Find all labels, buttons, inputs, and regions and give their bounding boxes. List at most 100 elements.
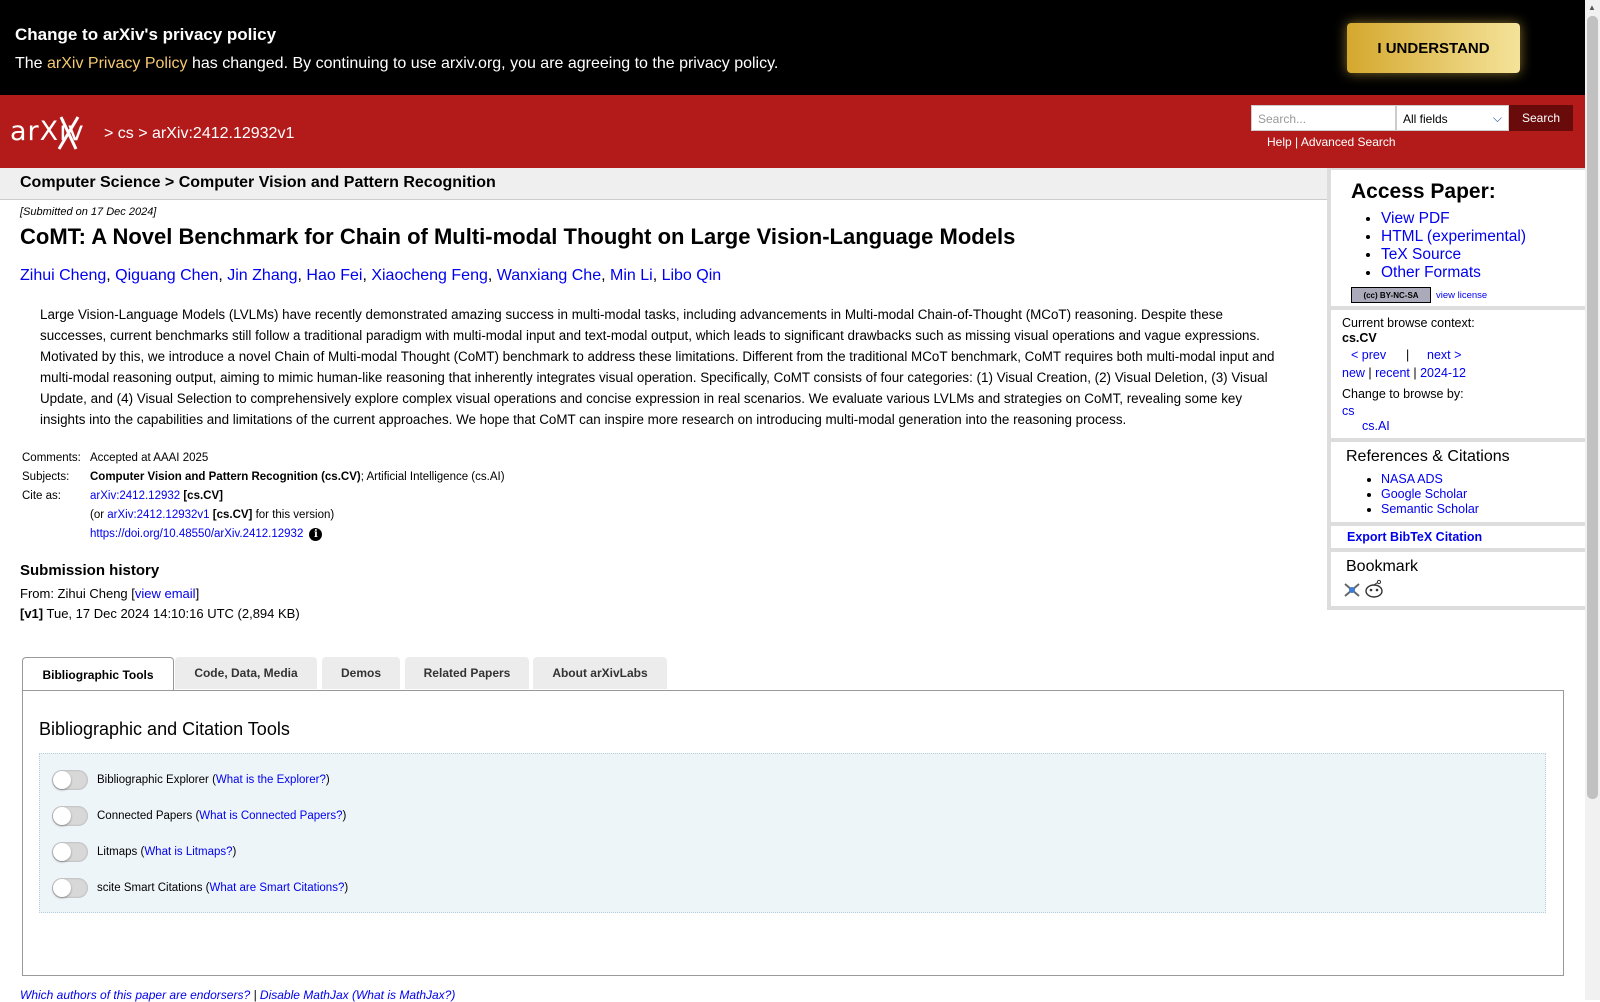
author-link[interactable]: Qiguang Chen xyxy=(115,267,218,284)
html-experimental-link[interactable]: HTML (experimental) xyxy=(1381,228,1526,245)
subjects-label: Subjects: xyxy=(22,471,70,483)
privacy-msg-pre: The xyxy=(15,55,48,72)
privacy-policy-link[interactable]: arXiv Privacy Policy xyxy=(47,55,187,72)
list-item: TeX Source xyxy=(1381,246,1526,264)
toggle-help-link[interactable]: What are Smart Citations? xyxy=(209,882,344,894)
i-understand-button[interactable]: I UNDERSTAND xyxy=(1347,23,1520,73)
next-link[interactable]: next > xyxy=(1427,348,1461,362)
list-item: Other Formats xyxy=(1381,264,1526,282)
tab-about-arxivlabs[interactable]: About arXivLabs xyxy=(533,657,667,689)
view-email-link[interactable]: view email xyxy=(135,586,196,601)
cite-label: Cite as: xyxy=(22,490,61,502)
scroll-up-icon[interactable]: ▲ xyxy=(1588,3,1596,12)
reddit-icon[interactable] xyxy=(1364,579,1384,604)
bibliographic-explorer-toggle[interactable] xyxy=(52,770,88,790)
bibsonomy-icon[interactable] xyxy=(1343,582,1361,603)
from-text: From: Zihui Cheng [ xyxy=(20,586,135,601)
info-icon[interactable]: i xyxy=(309,528,323,541)
nav-sep: | xyxy=(1406,348,1410,362)
new-link[interactable]: new xyxy=(1342,366,1365,380)
license: (cc) BY-NC-SA view license xyxy=(1351,287,1487,303)
export-box: Export BibTeX Citation xyxy=(1331,526,1585,548)
toggle-help-link[interactable]: What is Connected Papers? xyxy=(199,810,342,822)
primary-subject: Computer Vision and Pattern Recognition … xyxy=(90,471,361,483)
semantic-scholar-link[interactable]: Semantic Scholar xyxy=(1381,502,1479,516)
author-link[interactable]: Hao Fei xyxy=(306,267,362,284)
author-link[interactable]: Libo Qin xyxy=(662,267,722,284)
cite-value: arXiv:2412.12932 [cs.CV] xyxy=(90,490,223,502)
google-scholar-link[interactable]: Google Scholar xyxy=(1381,487,1467,501)
search-input[interactable]: Search... xyxy=(1251,105,1396,131)
advanced-search-link[interactable]: Advanced Search xyxy=(1301,135,1396,149)
search-field-select[interactable]: All fields ⌵ xyxy=(1396,105,1509,131)
breadcrumb[interactable]: > cs > arXiv:2412.12932v1 xyxy=(104,125,294,143)
other-formats-link[interactable]: Other Formats xyxy=(1381,264,1481,281)
references-heading: References & Citations xyxy=(1346,448,1510,465)
help-link[interactable]: Help xyxy=(1267,135,1292,149)
browse-cs-ai-link[interactable]: cs.AI xyxy=(1362,419,1390,433)
litmaps-toggle[interactable] xyxy=(52,842,88,862)
toggle-row-connected-papers: Connected Papers (What is Connected Pape… xyxy=(52,805,346,827)
search-field-value: All fields xyxy=(1403,112,1448,126)
tab-code-data-media[interactable]: Code, Data, Media xyxy=(175,657,317,689)
arxiv-logo[interactable]: arXiv xyxy=(10,113,102,156)
tab-related-papers[interactable]: Related Papers xyxy=(405,657,529,689)
version-tag[interactable]: [v1] xyxy=(20,606,43,621)
tab-bibliographic-tools[interactable]: Bibliographic Tools xyxy=(22,657,174,692)
browse-cs-link[interactable]: cs xyxy=(1342,404,1355,418)
toggle-label: scite Smart Citations xyxy=(97,882,203,894)
search-button[interactable]: Search xyxy=(1509,105,1573,131)
cite-category: [cs.CV] xyxy=(180,490,223,502)
recent-link[interactable]: recent xyxy=(1375,366,1410,380)
references-box: References & Citations NASA ADS Google S… xyxy=(1331,442,1585,522)
comments-label: Comments: xyxy=(22,452,81,464)
author-link[interactable]: Wanxiang Che xyxy=(497,267,601,284)
bookmark-box: Bookmark xyxy=(1331,552,1585,606)
toggle-label: Bibliographic Explorer xyxy=(97,774,209,786)
doi-link[interactable]: https://doi.org/10.48550/arXiv.2412.1293… xyxy=(90,528,303,540)
browse-context-value: cs.CV xyxy=(1342,331,1377,345)
submission-date: [Submitted on 17 Dec 2024] xyxy=(20,206,157,218)
author-link[interactable]: Zihui Cheng xyxy=(20,267,106,284)
list-item: Semantic Scholar xyxy=(1381,502,1479,517)
abstract: Large Vision-Language Models (LVLMs) hav… xyxy=(40,307,1275,427)
cite-v1-link[interactable]: arXiv:2412.12932v1 xyxy=(107,509,209,521)
browse-context-box: Current browse context: cs.CV < prev | n… xyxy=(1331,310,1585,438)
scroll-thumb[interactable] xyxy=(1587,16,1598,799)
page-scrollbar[interactable]: ▲ xyxy=(1585,0,1600,1000)
connected-papers-toggle[interactable] xyxy=(52,806,88,826)
month-link[interactable]: 2024-12 xyxy=(1420,366,1466,380)
scite-toggle[interactable] xyxy=(52,878,88,898)
browse-context-label: Current browse context: xyxy=(1342,316,1475,330)
prev-link[interactable]: < prev xyxy=(1351,348,1386,362)
cite-id-link[interactable]: arXiv:2412.12932 xyxy=(90,490,180,502)
toggle-help-link[interactable]: What is Litmaps? xyxy=(144,846,232,858)
author-link[interactable]: Jin Zhang xyxy=(227,267,297,284)
paper-title: CoMT: A Novel Benchmark for Chain of Mul… xyxy=(20,224,1016,249)
export-bibtex-link[interactable]: Export BibTeX Citation xyxy=(1347,530,1482,544)
tab-demos[interactable]: Demos xyxy=(322,657,400,689)
list-item: Google Scholar xyxy=(1381,487,1479,502)
cite-v1-post: for this version) xyxy=(252,509,335,521)
bookmark-heading: Bookmark xyxy=(1346,558,1419,575)
cite-or-text: (or xyxy=(90,509,108,521)
access-paper-box: Access Paper: View PDF HTML (experimenta… xyxy=(1331,170,1585,306)
chevron-down-icon: ⌵ xyxy=(1492,111,1502,125)
help-links: Help | Advanced Search xyxy=(1267,135,1396,149)
access-paper-heading: Access Paper: xyxy=(1351,180,1496,203)
view-license-link[interactable]: view license xyxy=(1436,290,1487,301)
tex-source-link[interactable]: TeX Source xyxy=(1381,246,1461,263)
view-pdf-link[interactable]: View PDF xyxy=(1381,210,1450,227)
cc-license-badge[interactable]: (cc) BY-NC-SA xyxy=(1351,287,1431,303)
author-link[interactable]: Xiaocheng Feng xyxy=(371,267,488,284)
change-browse-label: Change to browse by: xyxy=(1342,387,1464,401)
category-breadcrumb: Computer Science > Computer Vision and P… xyxy=(20,174,496,191)
access-links: View PDF HTML (experimental) TeX Source … xyxy=(1365,210,1526,282)
toggle-help-link[interactable]: What is the Explorer? xyxy=(216,774,326,786)
toggle-label: Connected Papers xyxy=(97,810,193,822)
list-item: View PDF xyxy=(1381,210,1526,228)
author-link[interactable]: Min Li xyxy=(610,267,653,284)
submission-from: From: Zihui Cheng [view email] xyxy=(20,586,199,601)
privacy-banner: Change to arXiv's privacy policy The arX… xyxy=(0,0,1585,95)
nasa-ads-link[interactable]: NASA ADS xyxy=(1381,472,1443,486)
